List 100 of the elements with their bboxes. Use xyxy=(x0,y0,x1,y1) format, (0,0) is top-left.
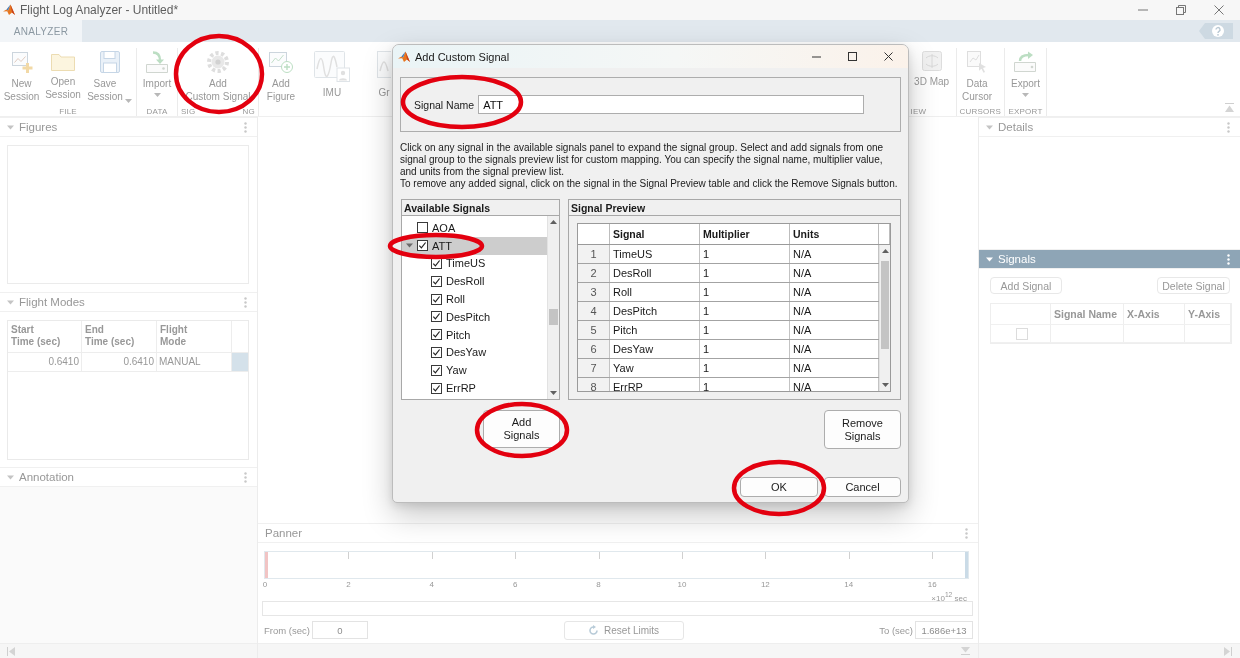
section-label: IEW xyxy=(910,107,927,116)
kebab-menu-icon[interactable] xyxy=(244,121,247,133)
limit-handle[interactable] xyxy=(265,552,268,578)
table-cell[interactable]: 1 xyxy=(700,245,790,263)
table-cell[interactable]: N/A xyxy=(790,340,879,358)
maximize-icon[interactable] xyxy=(848,52,857,61)
kebab-menu-icon[interactable] xyxy=(965,527,968,539)
tree-item[interactable]: DesYaw xyxy=(402,343,547,362)
restore-icon[interactable] xyxy=(1176,5,1186,15)
axis-tick-label: 10 xyxy=(677,580,687,589)
app-logo-icon xyxy=(3,4,15,16)
table-cell[interactable]: 1 xyxy=(700,321,790,339)
table-cell[interactable]: N/A xyxy=(790,321,879,339)
kebab-menu-icon[interactable] xyxy=(244,471,247,483)
caret-down-icon[interactable] xyxy=(7,298,14,306)
scroll-up-icon[interactable] xyxy=(550,220,557,224)
kebab-menu-icon[interactable] xyxy=(1227,253,1230,265)
help-icon[interactable] xyxy=(1199,23,1233,39)
table-cell[interactable]: N/A xyxy=(790,283,879,301)
add-signals-button[interactable]: Add Signals xyxy=(483,410,560,448)
tree-item[interactable]: Pitch xyxy=(402,325,547,344)
axis-tick-label: 4 xyxy=(429,580,434,589)
table-cell[interactable]: N/A xyxy=(790,245,879,263)
ok-button[interactable]: OK xyxy=(740,477,818,497)
section-label: NG xyxy=(242,107,255,116)
scrollbar-track[interactable] xyxy=(879,245,890,391)
column-header[interactable]: Multiplier xyxy=(700,224,790,244)
checkbox[interactable] xyxy=(431,329,442,341)
table-cell[interactable]: 1 xyxy=(700,359,790,377)
limit-handle[interactable] xyxy=(965,552,968,578)
checkbox[interactable] xyxy=(431,275,442,287)
caret-down-icon[interactable] xyxy=(406,242,413,250)
remove-signals-button[interactable]: Remove Signals xyxy=(824,410,901,449)
axis-tick-label: 14 xyxy=(844,580,854,589)
caret-down-icon[interactable] xyxy=(986,123,993,131)
table-cell[interactable]: 1 xyxy=(700,264,790,282)
row-number-cell: 6 xyxy=(578,340,610,358)
tree-item[interactable]: TimeUS xyxy=(402,254,547,273)
tree-item[interactable]: DesPitch xyxy=(402,308,547,326)
table-cell[interactable]: Pitch xyxy=(610,321,700,339)
range-slider-track[interactable] xyxy=(262,601,973,616)
signal-name-field[interactable]: ATT xyxy=(478,95,865,114)
table-cell[interactable]: N/A xyxy=(790,359,879,377)
table-cell[interactable]: 1 xyxy=(700,340,790,358)
to-field[interactable]: 1.686e+13 xyxy=(915,621,973,639)
table-cell[interactable]: N/A xyxy=(790,264,879,282)
table-cell[interactable]: 1 xyxy=(700,378,790,391)
tree-item[interactable]: ErrRP xyxy=(402,379,547,397)
panel-title: Signal Preview xyxy=(569,200,900,216)
scroll-up-icon[interactable] xyxy=(881,249,889,253)
axis-tick-label: 16 xyxy=(927,580,937,589)
checkbox[interactable] xyxy=(431,258,442,269)
table-cell[interactable]: 1 xyxy=(700,283,790,301)
checkbox[interactable] xyxy=(417,240,428,252)
circular-arrow-icon xyxy=(588,624,600,636)
table-cell[interactable]: DesYaw xyxy=(610,340,700,358)
collapse-down-icon[interactable] xyxy=(961,647,970,655)
field-label: From (sec) xyxy=(264,624,310,636)
tree-item[interactable]: DesRoll xyxy=(402,272,547,291)
cancel-button[interactable]: Cancel xyxy=(824,477,901,497)
checkbox[interactable] xyxy=(431,293,442,305)
kebab-menu-icon[interactable] xyxy=(244,296,247,308)
table-cell[interactable]: TimeUS xyxy=(610,245,700,263)
caret-down-icon[interactable] xyxy=(7,123,14,131)
axis-tick-label: 0 xyxy=(262,580,268,589)
tree-item[interactable]: AOA xyxy=(402,219,547,237)
collapse-right-icon[interactable] xyxy=(1224,646,1232,656)
table-cell[interactable]: N/A xyxy=(790,378,879,391)
folder-icon xyxy=(51,51,75,71)
collapse-toolbar-icon[interactable] xyxy=(1225,103,1234,112)
section-label: CURSORS xyxy=(959,107,1001,116)
tree-item[interactable]: Yaw xyxy=(402,361,547,380)
table-cell[interactable]: 1 xyxy=(700,302,790,320)
kebab-menu-icon[interactable] xyxy=(1227,121,1230,133)
checkbox[interactable] xyxy=(431,364,442,376)
caret-down-icon[interactable] xyxy=(7,473,14,481)
minimize-icon[interactable] xyxy=(812,55,821,58)
checkbox[interactable] xyxy=(431,346,442,358)
checkbox[interactable] xyxy=(431,311,442,323)
collapse-left-icon[interactable] xyxy=(7,646,15,656)
caret-down-icon[interactable] xyxy=(986,255,993,263)
column-header[interactable]: Signal xyxy=(610,224,700,244)
table-cell[interactable]: DesRoll xyxy=(610,264,700,282)
table-cell[interactable]: DesPitch xyxy=(610,302,700,320)
scroll-down-icon[interactable] xyxy=(881,383,889,387)
scrollbar-thumb[interactable] xyxy=(549,309,558,325)
checkbox[interactable] xyxy=(417,222,428,234)
table-cell[interactable]: ErrRP xyxy=(610,378,700,391)
checkbox[interactable] xyxy=(431,382,442,394)
column-header[interactable]: Units xyxy=(790,224,879,244)
table-cell: 0.6410 xyxy=(8,353,82,371)
close-icon[interactable] xyxy=(884,52,893,61)
scrollbar-thumb[interactable] xyxy=(881,261,889,349)
table-cell[interactable]: Roll xyxy=(610,283,700,301)
scroll-down-icon[interactable] xyxy=(550,391,557,395)
from-field[interactable]: 0 xyxy=(311,621,368,639)
tree-item[interactable]: Roll xyxy=(402,290,547,308)
scrollbar-track[interactable] xyxy=(547,216,559,399)
table-cell[interactable]: Yaw xyxy=(610,359,700,377)
table-cell[interactable]: N/A xyxy=(790,302,879,320)
